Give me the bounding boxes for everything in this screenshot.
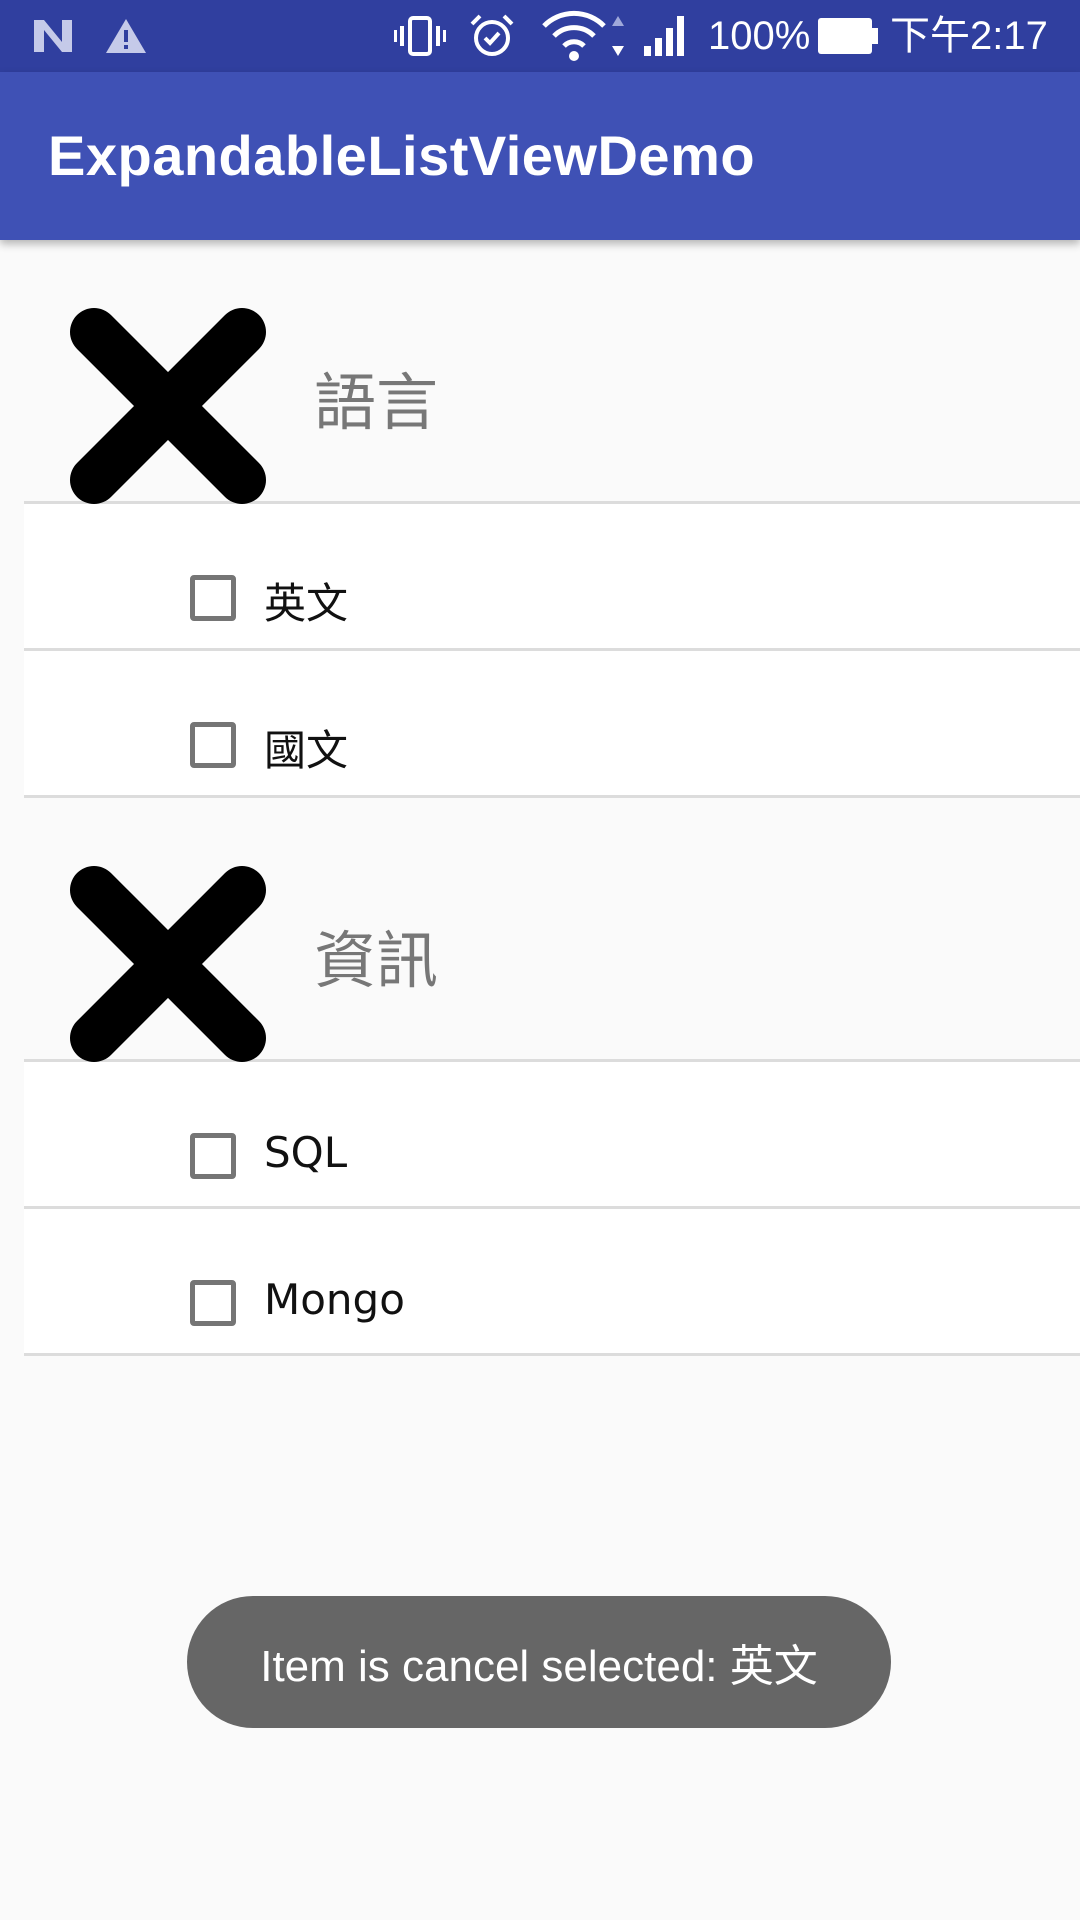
child-label: SQL (264, 1128, 348, 1177)
child-label: 英文 (264, 579, 349, 628)
notification-n-icon (30, 0, 76, 72)
checkbox[interactable] (190, 1280, 236, 1326)
close-icon (70, 308, 266, 504)
clock: 下午2:17 (890, 14, 1048, 58)
group-row-information[interactable]: 資訊 (24, 798, 1080, 1062)
checkbox[interactable] (190, 575, 236, 621)
toast-message: Item is cancel selected: 英文 (187, 1596, 891, 1728)
expandable-list: 語言 英文 國文 資訊 SQL Mongo (24, 240, 1080, 1356)
battery-icon (816, 0, 880, 72)
status-bar: 100% 下午2:17 (0, 0, 1080, 72)
child-row-english[interactable]: 英文 (24, 504, 1080, 651)
child-row-chinese[interactable]: 國文 (24, 651, 1080, 798)
close-icon (70, 866, 266, 1062)
group-label: 資訊 (314, 924, 439, 997)
wifi-icon (542, 0, 632, 72)
warning-icon (104, 0, 148, 72)
child-label: Mongo (264, 1275, 405, 1324)
battery-percent: 100% (708, 14, 811, 58)
group-label: 語言 (314, 366, 439, 439)
child-label: 國文 (264, 726, 349, 775)
group-row-language[interactable]: 語言 (24, 240, 1080, 504)
checkbox[interactable] (190, 1133, 236, 1179)
child-row-mongo[interactable]: Mongo (24, 1209, 1080, 1356)
signal-icon (642, 0, 690, 72)
app-title: ExpandableListViewDemo (48, 124, 756, 187)
alarm-icon (468, 0, 516, 72)
checkbox[interactable] (190, 722, 236, 768)
vibrate-icon (394, 0, 446, 72)
child-row-sql[interactable]: SQL (24, 1062, 1080, 1209)
app-bar: ExpandableListViewDemo (0, 72, 1080, 240)
